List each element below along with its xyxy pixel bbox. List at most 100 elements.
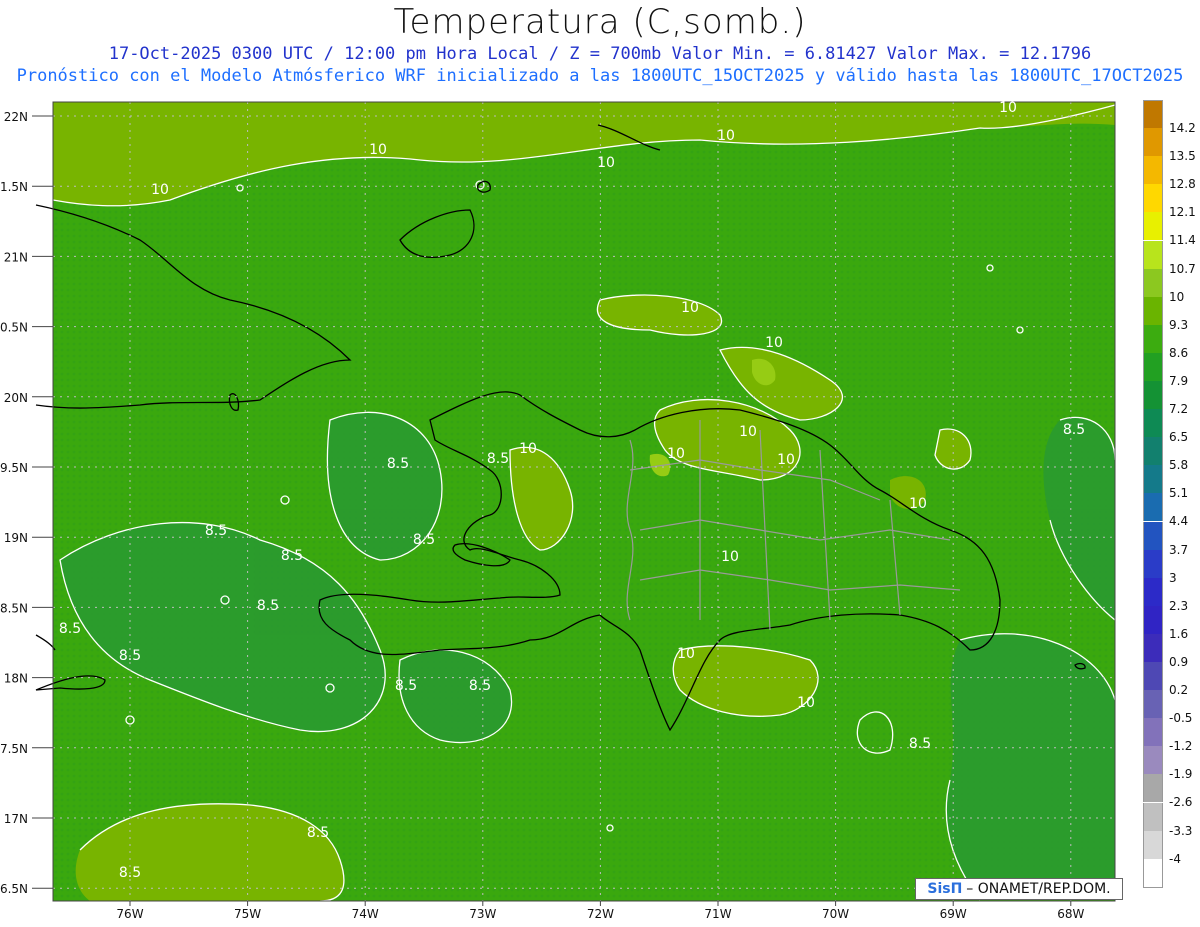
temperature-map: 10 10 10 10 10 10 10 10 10 10 10 10 10 10 10 8.5 8.5 8.5 8… bbox=[0, 100, 1116, 921]
lat-label: 0.5N bbox=[0, 321, 28, 335]
colorbar-swatch bbox=[1143, 212, 1163, 241]
contour-label: 10 bbox=[909, 496, 927, 512]
colorbar-swatch bbox=[1143, 381, 1163, 410]
contour-label: 10 bbox=[777, 452, 795, 468]
colorbar-swatch bbox=[1143, 858, 1163, 888]
colorbar-label: 3 bbox=[1169, 570, 1177, 585]
credit-box: SisΠ – ONAMET/REP.DOM. bbox=[915, 878, 1123, 900]
lat-label: 19N bbox=[4, 531, 28, 545]
contour-label: 10 bbox=[681, 300, 699, 316]
colorbar-label: -1.9 bbox=[1169, 767, 1193, 782]
contour-label: 10 bbox=[369, 142, 387, 158]
colorbar-swatch bbox=[1143, 296, 1163, 325]
colorbar-label: 5.1 bbox=[1169, 486, 1189, 501]
colorbar-label: 6.5 bbox=[1169, 430, 1189, 445]
colorbar-swatch bbox=[1143, 493, 1163, 522]
sispi-logo: SisΠ bbox=[927, 881, 963, 897]
colorbar-swatch bbox=[1143, 100, 1163, 130]
lon-label: 68W bbox=[1057, 907, 1084, 921]
colorbar-swatch bbox=[1143, 746, 1163, 775]
colorbar-swatch bbox=[1143, 409, 1163, 438]
lat-label: 20N bbox=[4, 391, 28, 405]
colorbar-swatch bbox=[1143, 774, 1163, 803]
contour-label: 10 bbox=[519, 441, 537, 457]
colorbar-swatch bbox=[1143, 184, 1163, 213]
colorbar-label: 8.6 bbox=[1169, 345, 1189, 360]
colorbar-label: -0.5 bbox=[1169, 711, 1193, 726]
colorbar-label: 2.3 bbox=[1169, 598, 1189, 613]
lon-label: 69W bbox=[940, 907, 967, 921]
contour-label: 8.5 bbox=[257, 598, 279, 614]
contour-label: 8.5 bbox=[909, 736, 931, 752]
lon-label: 73W bbox=[469, 907, 496, 921]
colorbar-label: -1.2 bbox=[1169, 739, 1193, 754]
lat-label: 18N bbox=[4, 672, 28, 686]
contour-label: 8.5 bbox=[281, 548, 303, 564]
colorbar-swatch bbox=[1143, 662, 1163, 691]
contour-label: 10 bbox=[721, 549, 739, 565]
colorbar-swatch bbox=[1143, 521, 1163, 550]
contour-label: 10 bbox=[717, 128, 735, 144]
colorbar-swatch bbox=[1143, 802, 1163, 831]
contour-label: 8.5 bbox=[205, 523, 227, 539]
lon-label: 70W bbox=[822, 907, 849, 921]
lat-label: 7.5N bbox=[0, 742, 28, 756]
contour-label: 8.5 bbox=[487, 451, 509, 467]
colorbar-swatch bbox=[1143, 324, 1163, 353]
colorbar-swatch bbox=[1143, 437, 1163, 466]
colorbar-label: 10 bbox=[1169, 289, 1185, 304]
colorbar-swatch bbox=[1143, 352, 1163, 381]
colorbar-label: 0.2 bbox=[1169, 683, 1189, 697]
contour-label: 8.5 bbox=[119, 865, 141, 881]
contour-label: 10 bbox=[677, 646, 695, 662]
colorbar-swatch bbox=[1143, 690, 1163, 719]
contour-label: 10 bbox=[151, 182, 169, 198]
contour-label: 10 bbox=[999, 100, 1017, 116]
colorbar-swatch bbox=[1143, 830, 1163, 859]
colorbar-swatch bbox=[1143, 718, 1163, 747]
contour-label: 10 bbox=[765, 335, 783, 351]
colorbar-label: 9.3 bbox=[1169, 317, 1189, 332]
colorbar-swatch bbox=[1143, 549, 1163, 578]
colorbar-label: 11.4 bbox=[1169, 233, 1196, 248]
colorbar-label: 13.5 bbox=[1169, 149, 1196, 164]
longitude-labels: 76W 75W 74W 73W 72W 71W 70W 69W 68W bbox=[116, 901, 1084, 921]
colorbar-swatch bbox=[1143, 577, 1163, 606]
colorbar-label: -3.3 bbox=[1169, 823, 1193, 838]
lon-label: 75W bbox=[234, 907, 261, 921]
colorbar-label: 7.2 bbox=[1169, 402, 1189, 416]
colorbar-label: 12.1 bbox=[1169, 205, 1196, 220]
colorbar-swatch bbox=[1143, 268, 1163, 297]
latitude-labels: 22N 1.5N 21N 0.5N 20N 9.5N 19N 8.5N 18N 7.5N 17N 6.… bbox=[0, 110, 53, 896]
contour-label: 8.5 bbox=[59, 621, 81, 637]
colorbar-label: 4.4 bbox=[1169, 514, 1189, 529]
lat-label: 17N bbox=[4, 812, 28, 826]
lat-label: 8.5N bbox=[0, 601, 28, 615]
lon-label: 71W bbox=[704, 907, 731, 921]
contour-label: 10 bbox=[739, 424, 757, 440]
contour-label: 8.5 bbox=[469, 678, 491, 694]
credit-text: – ONAMET/REP.DOM. bbox=[966, 881, 1111, 897]
contour-label: 10 bbox=[597, 155, 615, 171]
lon-label: 72W bbox=[587, 907, 614, 921]
lat-label: 9.5N bbox=[0, 461, 28, 475]
colorbar-swatch bbox=[1143, 633, 1163, 662]
colorbar-label: -2.6 bbox=[1169, 795, 1193, 810]
colorbar-label: 5.8 bbox=[1169, 458, 1189, 473]
colorbar-label: 12.8 bbox=[1169, 177, 1196, 192]
colorbar-label: -4 bbox=[1169, 851, 1181, 866]
contour-label: 8.5 bbox=[387, 456, 409, 472]
contour-label: 8.5 bbox=[413, 532, 435, 548]
colorbar-label: 3.7 bbox=[1169, 542, 1189, 557]
colorbar-swatch bbox=[1143, 605, 1163, 634]
colorbar-swatch bbox=[1143, 240, 1163, 269]
colorbar-swatch bbox=[1143, 156, 1163, 185]
contour-label: 8.5 bbox=[307, 825, 329, 841]
colorbar-label: 7.9 bbox=[1169, 373, 1189, 388]
contour-label: 10 bbox=[797, 695, 815, 711]
lon-label: 76W bbox=[116, 907, 143, 921]
lat-label: 21N bbox=[4, 250, 28, 264]
contour-label: 8.5 bbox=[395, 678, 417, 694]
contour-label: 10 bbox=[667, 446, 685, 462]
lat-label: 22N bbox=[4, 110, 28, 124]
